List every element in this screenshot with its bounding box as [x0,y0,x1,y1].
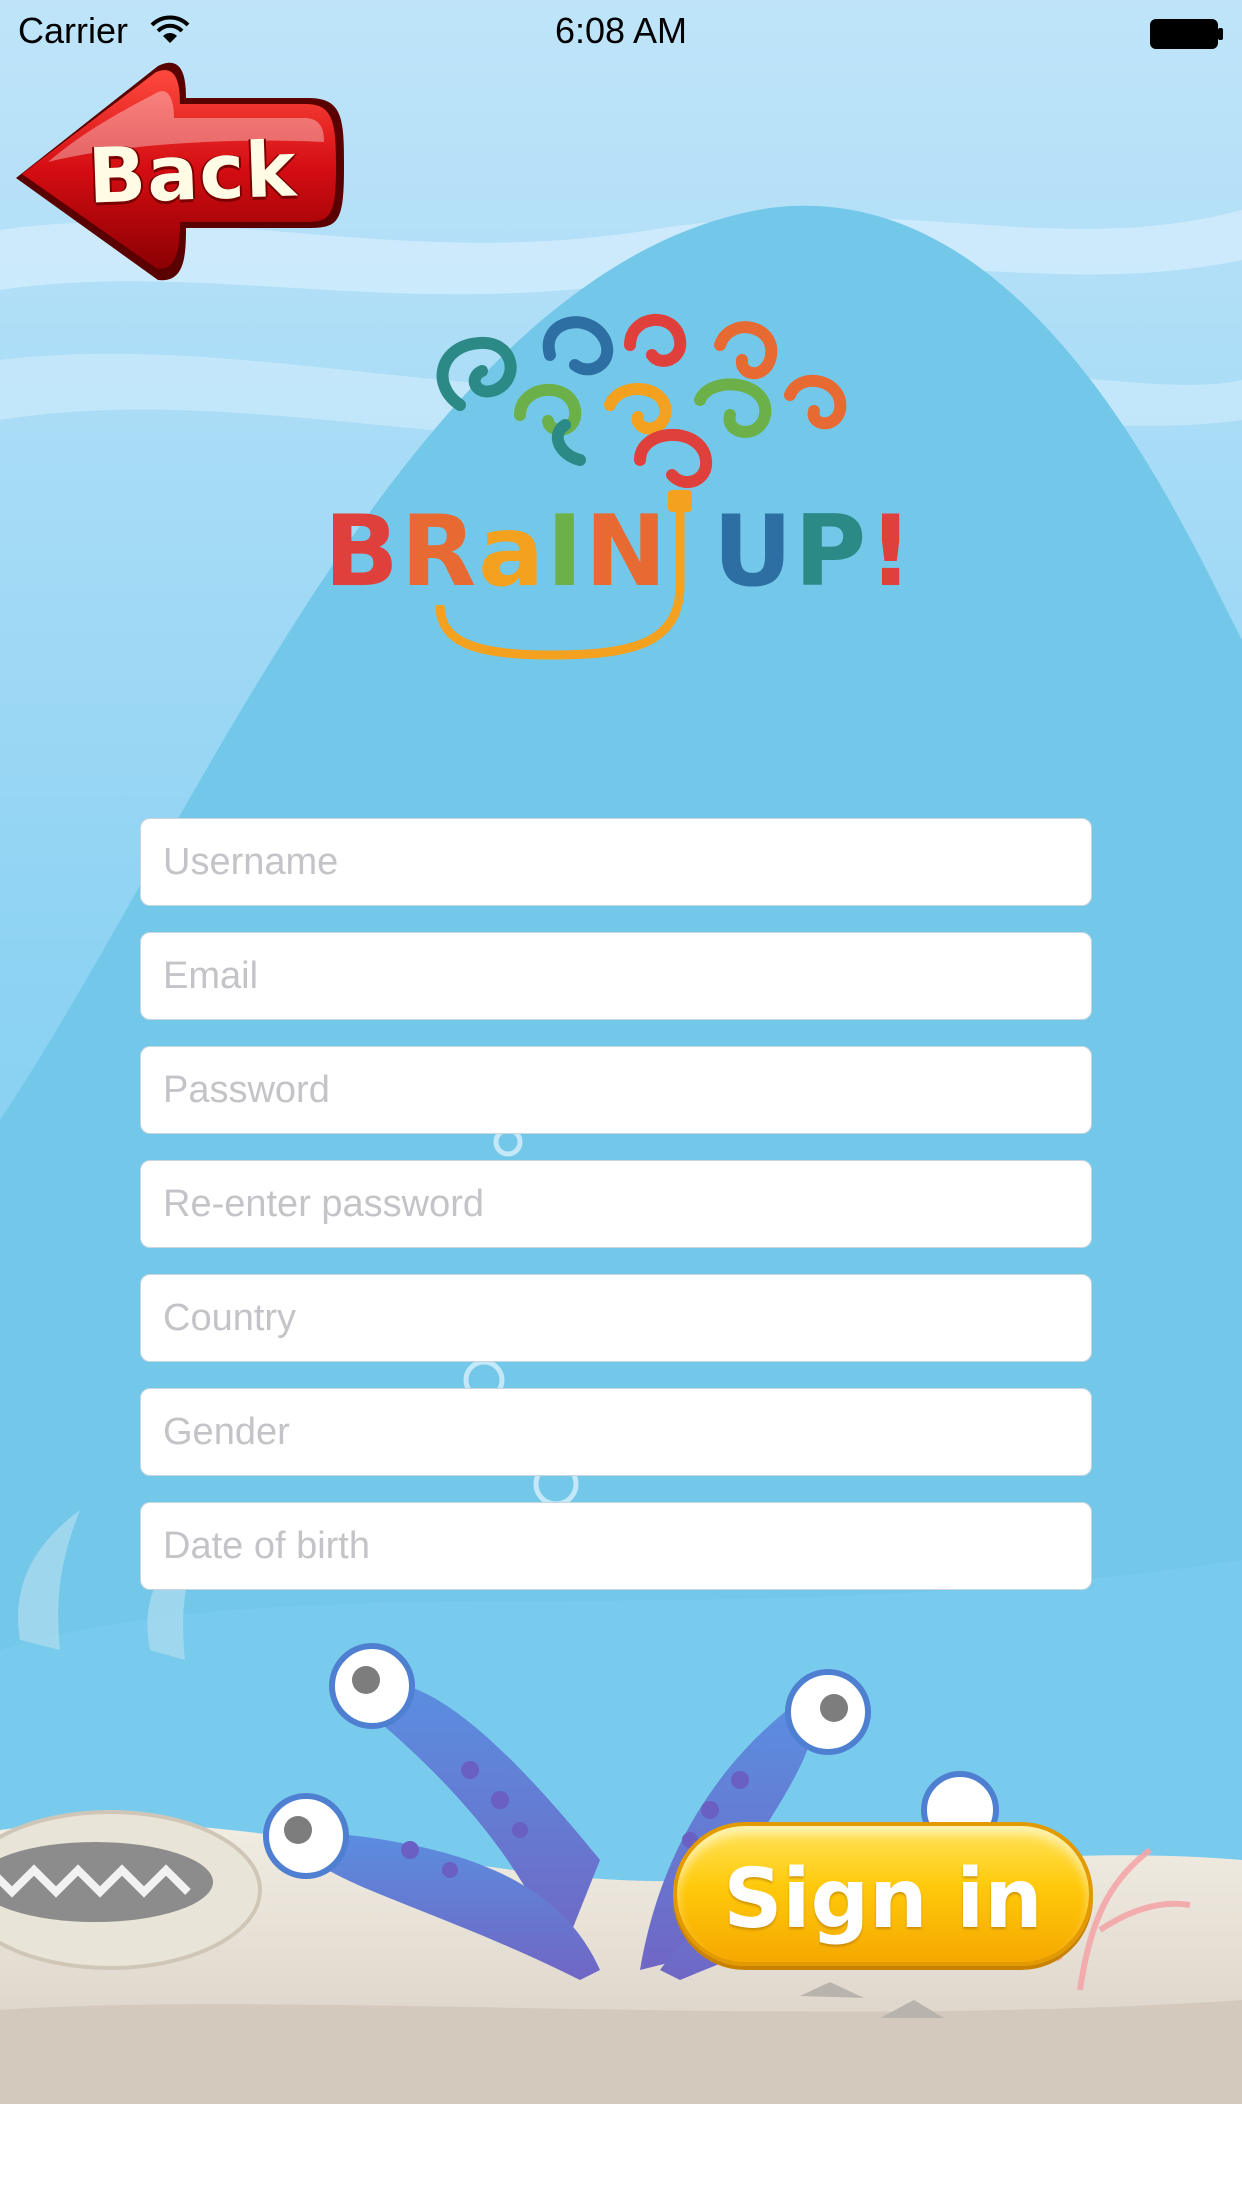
clock: 6:08 AM [554,10,688,51]
gender-field-wrapper [140,1388,1092,1476]
back-label: Back [86,124,299,221]
battery-icon [1150,16,1224,58]
status-bar: Carrier 6:08 AM [0,0,1242,60]
country-field-wrapper [140,1274,1092,1362]
back-button[interactable]: Back [8,58,344,288]
username-field[interactable] [141,819,1091,905]
reenter-password-field-wrapper [140,1160,1092,1248]
email-field-wrapper [140,932,1092,1020]
email-field[interactable] [141,933,1091,1019]
username-field-wrapper [140,818,1092,906]
date-of-birth-field[interactable] [141,1503,1091,1589]
date-of-birth-field-wrapper [140,1502,1092,1590]
brain-up-logo: BRaIN UP! [300,285,940,675]
brain-swirl-icon [435,313,847,660]
password-field[interactable] [141,1047,1091,1133]
password-field-wrapper [140,1046,1092,1134]
logo-wordmark: BRaIN UP! [324,495,915,609]
sign-in-button[interactable]: Sign in [673,1822,1093,1966]
country-field[interactable] [141,1275,1091,1361]
reenter-password-field[interactable] [141,1161,1091,1247]
sign-in-label: Sign in [723,1852,1043,1947]
signup-form [140,818,1092,1616]
gender-field[interactable] [141,1389,1091,1475]
